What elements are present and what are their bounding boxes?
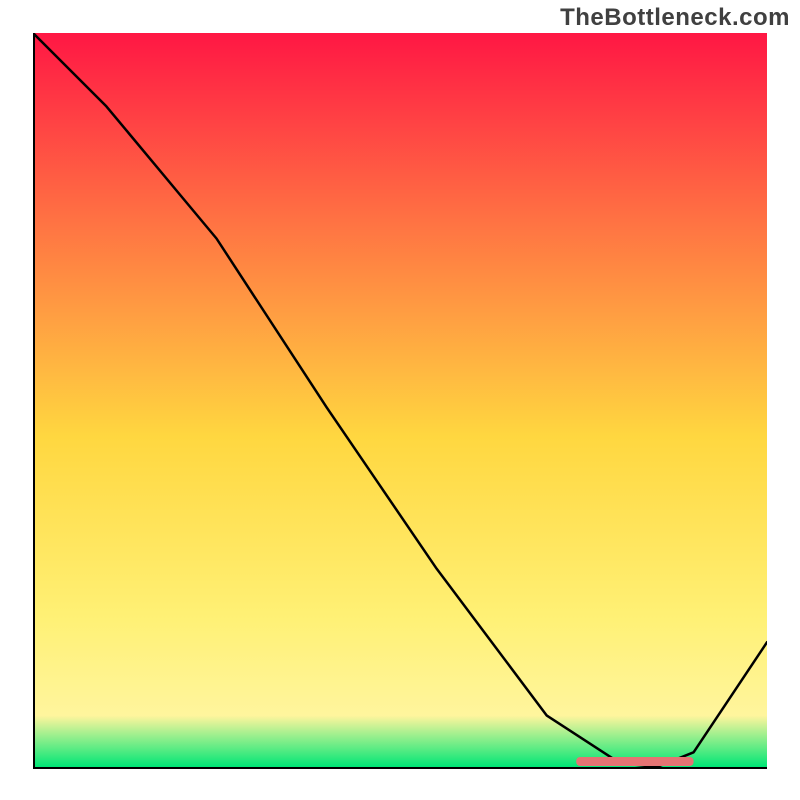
x-axis — [33, 767, 767, 769]
chart-container: TheBottleneck.com — [0, 0, 800, 800]
chart-plot — [33, 33, 767, 767]
optimum-marker — [576, 757, 693, 766]
y-axis — [33, 33, 35, 767]
gradient-background — [33, 33, 767, 767]
watermark-text: TheBottleneck.com — [560, 4, 790, 32]
